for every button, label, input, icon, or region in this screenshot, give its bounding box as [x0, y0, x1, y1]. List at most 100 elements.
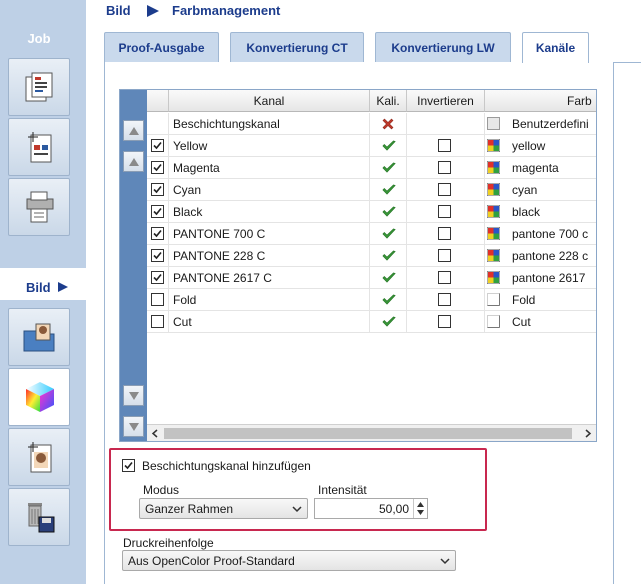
invert-checkbox[interactable]	[438, 271, 451, 284]
invert-checkbox[interactable]	[438, 249, 451, 262]
channel-name: PANTONE 2617 C	[173, 271, 272, 285]
table-row[interactable]: Cut Cut	[147, 311, 596, 333]
tab-proof-ausgabe[interactable]: Proof-Ausgabe	[104, 32, 219, 62]
coating-channel-checkbox[interactable]	[122, 459, 135, 472]
scroll-right-icon[interactable]	[584, 429, 592, 438]
red-cross-icon	[382, 118, 394, 130]
channel-name-cell: Black	[169, 201, 370, 223]
channel-name-cell: PANTONE 228 C	[169, 245, 370, 267]
scrollbar-thumb[interactable]	[164, 428, 572, 439]
triangle-up-icon	[129, 127, 139, 135]
channel-enable-checkbox[interactable]	[151, 249, 164, 262]
job-section-label: Job	[27, 31, 51, 46]
color-management-button[interactable]	[8, 368, 70, 426]
move-bottom-button[interactable]	[123, 416, 144, 437]
print-order-select[interactable]: Aus OpenColor Proof-Standard	[122, 550, 456, 571]
channel-enable-checkbox[interactable]	[151, 227, 164, 240]
intensity-input[interactable]: 50,00	[314, 498, 428, 519]
channel-name-cell: PANTONE 2617 C	[169, 267, 370, 289]
invert-checkbox[interactable]	[438, 183, 451, 196]
move-up-button[interactable]	[123, 151, 144, 172]
table-row[interactable]: Fold Fold	[147, 289, 596, 311]
channel-enable-checkbox[interactable]	[151, 271, 164, 284]
chevron-down-icon	[440, 558, 450, 565]
tab-konvertierung-lw[interactable]: Konvertierung LW	[375, 32, 511, 62]
invert-cell	[407, 113, 485, 135]
job-list-button[interactable]	[8, 58, 70, 116]
table-row[interactable]: PANTONE 228 C pantone 228 c	[147, 245, 596, 267]
column-header-kali[interactable]: Kali.	[370, 90, 407, 112]
invert-checkbox[interactable]	[438, 293, 451, 306]
breadcrumb-section[interactable]: Bild	[106, 3, 131, 18]
table-row[interactable]: Magenta magenta	[147, 157, 596, 179]
play-arrow-icon	[58, 282, 68, 292]
move-top-button[interactable]	[123, 120, 144, 141]
channel-enable-checkbox[interactable]	[151, 293, 164, 306]
calibration-cell	[370, 135, 407, 157]
horizontal-scrollbar[interactable]	[147, 424, 596, 441]
intensity-spinner[interactable]	[413, 499, 427, 518]
color-swatch	[486, 248, 501, 265]
channel-enable-checkbox[interactable]	[151, 315, 164, 328]
image-layout-button[interactable]	[8, 428, 70, 486]
color-cube-icon	[26, 382, 54, 412]
image-folder-button[interactable]	[8, 308, 70, 366]
spin-down-icon[interactable]	[417, 510, 424, 515]
green-check-icon	[382, 140, 396, 151]
color-swatch	[487, 117, 500, 133]
color-name: cyan	[512, 183, 538, 197]
table-row[interactable]: PANTONE 2617 C pantone 2617	[147, 267, 596, 289]
channel-name: PANTONE 700 C	[173, 227, 266, 241]
color-name: Fold	[512, 293, 536, 307]
color-cell: Fold	[485, 289, 596, 311]
spin-up-icon[interactable]	[417, 502, 424, 507]
tab-kanaele[interactable]: Kanäle	[522, 32, 589, 63]
printer-button[interactable]	[8, 178, 70, 236]
calibration-ok-icon	[382, 228, 396, 243]
channel-name-cell: Beschichtungskanal	[169, 113, 370, 135]
color-name: yellow	[512, 139, 546, 153]
channel-enable-checkbox[interactable]	[151, 183, 164, 196]
modus-label: Modus	[143, 483, 180, 497]
channel-enable-checkbox[interactable]	[151, 205, 164, 218]
invert-cell	[407, 201, 485, 223]
table-row[interactable]: Cyan cyan	[147, 179, 596, 201]
color-name: Cut	[512, 315, 531, 329]
trash-save-button[interactable]	[8, 488, 70, 546]
column-header-farbe[interactable]: Farb	[485, 90, 596, 112]
scroll-left-icon[interactable]	[151, 429, 159, 438]
green-check-icon	[382, 250, 396, 261]
table-row[interactable]: Yellow yellow	[147, 135, 596, 157]
color-cell: Benutzerdefini	[485, 113, 596, 135]
invert-checkbox[interactable]	[438, 205, 451, 218]
green-check-icon	[382, 316, 396, 327]
table-row[interactable]: PANTONE 700 C pantone 700 c	[147, 223, 596, 245]
invert-cell	[407, 311, 485, 333]
invert-checkbox[interactable]	[438, 315, 451, 328]
channel-enable-checkbox[interactable]	[151, 139, 164, 152]
green-check-icon	[382, 206, 396, 217]
invert-checkbox[interactable]	[438, 227, 451, 240]
color-swatch	[486, 270, 501, 287]
table-row[interactable]: Beschichtungskanal Benutzerdefini	[147, 113, 596, 135]
invert-checkbox[interactable]	[438, 139, 451, 152]
column-header-kanal[interactable]: Kanal	[169, 90, 370, 112]
color-name: magenta	[512, 161, 559, 175]
color-swatch-icon	[486, 204, 501, 219]
job-layout-button[interactable]	[8, 118, 70, 176]
move-down-button[interactable]	[123, 385, 144, 406]
channel-name: Yellow	[173, 139, 208, 153]
table-row[interactable]: Black black	[147, 201, 596, 223]
channel-name: Fold	[173, 293, 197, 307]
color-swatch	[487, 315, 500, 331]
color-swatch	[486, 226, 501, 243]
checkmark-icon	[153, 207, 162, 216]
invert-checkbox[interactable]	[438, 161, 451, 174]
tab-konvertierung-ct[interactable]: Konvertierung CT	[230, 32, 364, 62]
breadcrumb-page: Farbmanagement	[172, 3, 281, 18]
column-header-invertieren[interactable]: Invertieren	[407, 90, 485, 112]
modus-select[interactable]: Ganzer Rahmen	[139, 498, 308, 519]
channel-enable-checkbox[interactable]	[151, 161, 164, 174]
checkmark-icon	[153, 141, 162, 150]
coating-channel-label: Beschichtungskanal hinzufügen	[142, 459, 311, 473]
